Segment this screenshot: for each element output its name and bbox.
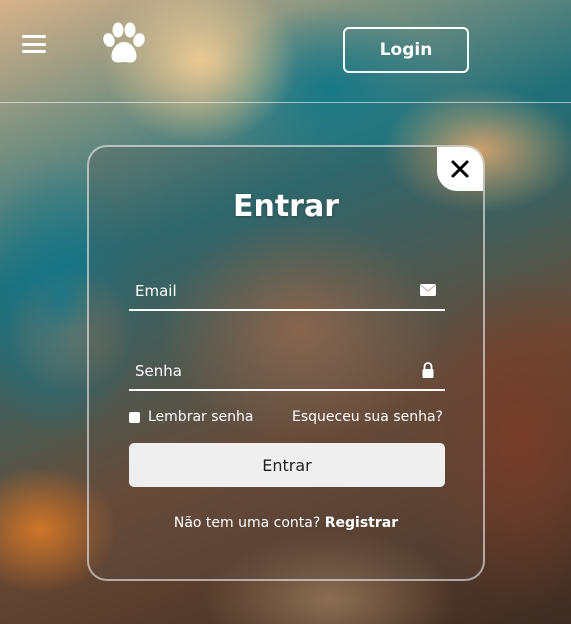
password-input[interactable]: [133, 357, 407, 385]
envelope-icon: [420, 284, 436, 296]
hamburger-menu-icon[interactable]: [22, 35, 46, 53]
close-button[interactable]: [437, 147, 483, 191]
remember-checkbox[interactable]: [129, 411, 140, 423]
register-prompt: Não tem uma conta?: [173, 515, 321, 531]
paw-icon[interactable]: [100, 22, 148, 66]
submit-login-button[interactable]: Entrar: [129, 443, 445, 487]
close-icon: [451, 160, 469, 178]
forgot-password-link[interactable]: Esqueceu sua senha?: [292, 409, 443, 425]
modal-title: Entrar: [232, 189, 340, 224]
email-field-wrapper: [129, 267, 445, 311]
email-input[interactable]: [133, 277, 407, 305]
password-field-wrapper: [129, 347, 445, 391]
site-header: Login: [0, 0, 571, 103]
login-button[interactable]: Login: [343, 27, 469, 73]
lock-icon: [422, 362, 434, 378]
register-prompt-line: Não tem uma conta? Registrar: [89, 515, 483, 531]
login-modal: Entrar Lembrar senha Esqueceu sua senha?…: [87, 145, 485, 581]
remember-password-option[interactable]: Lembrar senha: [129, 409, 253, 425]
remember-label: Lembrar senha: [148, 409, 254, 425]
register-link[interactable]: Registrar: [325, 515, 398, 531]
